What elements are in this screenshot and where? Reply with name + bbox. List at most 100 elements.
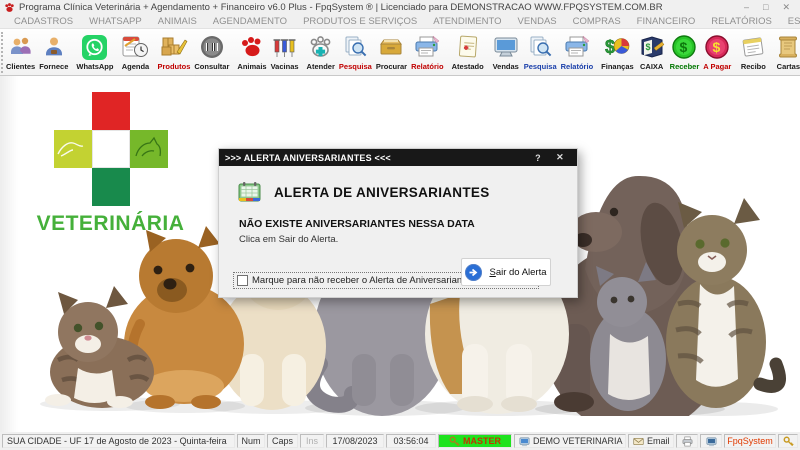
clients-icon [8,33,34,61]
toolbar-cartas-button[interactable]: Cartas [773,30,800,75]
toolbar-pesquisa-atendimento-button[interactable]: Pesquisa [337,30,374,75]
search-docs-icon [527,33,554,61]
status-num-lock: Num [237,434,265,448]
status-insert: Ins [300,434,324,448]
drawer-icon [377,33,405,61]
menu-animais[interactable]: ANIMAIS [150,16,205,27]
menu-estatistica[interactable]: ESTATISTICA [780,16,800,27]
status-key-panel [778,434,798,448]
cashbook-icon: $ [638,33,666,61]
application-window: Programa Clínica Veterinária + Agendamen… [0,0,800,450]
status-printer-panel[interactable] [676,434,698,448]
dialog-close-icon[interactable]: ✕ [549,152,571,163]
toolbar-consultar-button[interactable]: Consultar [192,30,231,75]
status-brand: FpqSystem [724,434,776,448]
maximize-icon[interactable]: □ [763,2,768,13]
vaccines-icon [271,33,298,61]
alert-optout-checkbox[interactable] [237,275,248,286]
birthday-alert-dialog: >>> ALERTA ANIVERSARIANTES <<< ? ✕ ALERT… [218,148,578,298]
menu-atendimento[interactable]: ATENDIMENTO [425,16,509,27]
svg-text:$: $ [713,39,721,55]
status-email: Email [647,436,670,446]
toolbar-grip [1,32,3,73]
main-workspace: VETERINÁRIA >>> ALERTA ANIVERSARIANTES <… [0,76,800,432]
attend-paw-icon [307,33,335,61]
terminal-monitor-icon [706,436,716,446]
app-paw-icon [5,3,14,12]
toolbar-whatsapp-button[interactable]: WhatsApp [74,30,115,75]
toolbar-vendas-button[interactable]: Vendas [490,30,522,75]
dialog-heading: ALERTA DE ANIVERSARIANTES [274,184,490,200]
toolbar-produtos-button[interactable]: Produtos [155,30,192,75]
exit-alert-label: Sair do Alerta [489,266,547,278]
dialog-submessage: Clica em Sair do Alerta. [239,234,339,245]
svg-text:$: $ [645,42,650,52]
toolbar-atender-button[interactable]: Atender [305,30,337,75]
finance-pie-icon: $ [603,33,631,61]
status-database-panel: DEMO VETERINARIA 6.0 [514,434,626,448]
certificate-icon [455,33,481,61]
toolbar-animais-button[interactable]: Animais [235,30,268,75]
key-icon [449,436,460,446]
close-icon[interactable]: ✕ [782,2,790,13]
status-database: DEMO VETERINARIA 6.0 [533,436,625,446]
agenda-icon [121,33,149,61]
sales-monitor-icon [492,33,520,61]
toolbar-pesquisa-vendas-button[interactable]: Pesquisa [522,30,559,75]
database-monitor-icon [519,436,530,446]
toolbar-a-pagar-button[interactable]: $ A Pagar [701,30,733,75]
receipt-icon [739,33,767,61]
main-toolbar: Clientes Fornece WhatsApp Agenda Produto… [0,29,800,76]
menu-bar: CADASTROS WHATSAPP ANIMAIS AGENDAMENTO P… [0,15,800,29]
printer-icon [682,436,692,446]
status-email-panel[interactable]: Email [628,434,674,448]
menu-produtos-servicos[interactable]: PRODUTOS E SERVIÇOS [295,16,425,27]
search-docs-icon [342,33,369,61]
toolbar-receber-button[interactable]: $ Receber [668,30,702,75]
menu-cadastros[interactable]: CADASTROS [6,16,81,27]
toolbar-clientes-button[interactable]: Clientes [4,30,37,75]
dialog-message: NÃO EXISTE ANIVERSARIANTES NESSA DATA [239,218,475,230]
toolbar-atestado-button[interactable]: Atestado [450,30,486,75]
status-caps-lock: Caps [267,434,298,448]
receive-coin-icon: $ [671,33,697,61]
menu-relatorios[interactable]: RELATÓRIOS [703,16,780,27]
dialog-body: ALERTA DE ANIVERSARIANTES NÃO EXISTE ANI… [219,166,577,299]
toolbar-procurar-button[interactable]: Procurar [374,30,409,75]
minimize-icon[interactable]: – [744,2,749,13]
menu-financeiro[interactable]: FINANCEIRO [629,16,704,27]
toolbar-relatorio-atendimento-button[interactable]: Relatório [409,30,446,75]
toolbar-vacinas-button[interactable]: Vacinas [269,30,301,75]
toolbar-financas-button[interactable]: $ Finanças [599,30,636,75]
menu-compras[interactable]: COMPRAS [565,16,629,27]
status-terminal-panel[interactable] [700,434,722,448]
barcode-icon [199,33,225,61]
products-icon [160,33,188,61]
svg-text:$: $ [605,37,615,57]
report-printer-icon [413,33,441,61]
letters-icon [775,33,800,61]
status-user: MASTER [463,436,501,446]
key-icon [783,436,794,446]
menu-agendamento[interactable]: AGENDAMENTO [205,16,295,27]
status-location: SUA CIDADE - UF 17 de Agosto de 2023 - Q… [2,434,235,448]
dialog-help-icon[interactable]: ? [527,153,549,163]
menu-whatsapp[interactable]: WHATSAPP [81,16,150,27]
toolbar-fornecedor-button[interactable]: Fornece [37,30,70,75]
lying-kitten-silhouette [45,286,154,408]
exit-alert-button[interactable]: Sair do Alerta [461,258,551,286]
dialog-title: >>> ALERTA ANIVERSARIANTES <<< [225,152,391,163]
whatsapp-icon [81,33,108,61]
toolbar-caixa-button[interactable]: $ CAIXA [636,30,668,75]
paw-icon [239,33,266,61]
toolbar-agenda-button[interactable]: Agenda [119,30,151,75]
toolbar-recibo-button[interactable]: Recibo [737,30,769,75]
dialog-title-bar[interactable]: >>> ALERTA ANIVERSARIANTES <<< ? ✕ [219,149,577,166]
calendar-alert-icon [238,182,261,202]
status-user-panel: MASTER [438,434,512,448]
status-time: 03:56:04 [386,434,436,448]
menu-vendas[interactable]: VENDAS [510,16,565,27]
toolbar-relatorio-vendas-button[interactable]: Relatório [559,30,596,75]
envelope-icon [633,437,644,445]
status-bar: SUA CIDADE - UF 17 de Agosto de 2023 - Q… [0,432,800,450]
